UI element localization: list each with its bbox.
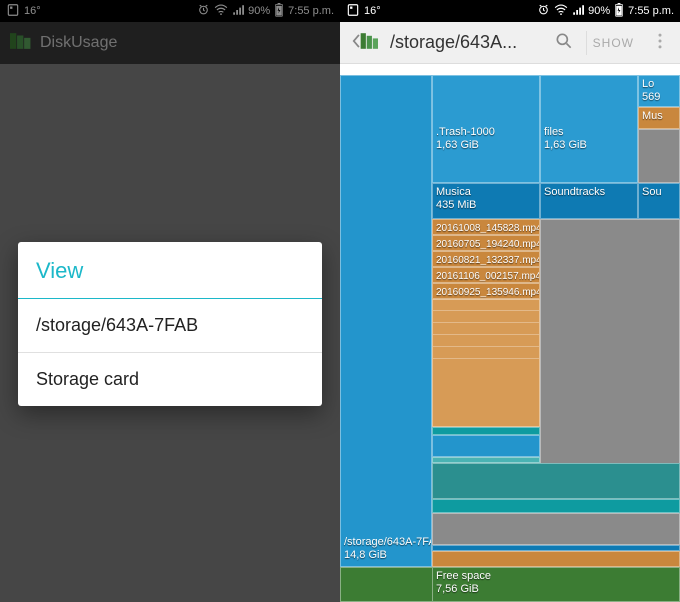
block-grey-large[interactable] — [540, 219, 680, 465]
block-label: 20160925_135946.mp4 — [436, 286, 540, 299]
left-screen: 16° 90% 7:55 p.m. — [0, 0, 340, 602]
path-title: /storage/643A... — [390, 32, 542, 53]
view-dialog: View /storage/643A-7FAB Storage card — [18, 242, 322, 406]
block-grey-bottom[interactable] — [432, 513, 680, 545]
block-sou[interactable]: Sou — [638, 183, 680, 219]
block-label: 20160705_194240.mp4 — [436, 238, 540, 251]
right-screen: 16° 90% 7:55 p.m. — [340, 0, 680, 602]
block-orange-bottom[interactable] — [432, 551, 680, 567]
dialog-item-storage-card[interactable]: Storage card — [18, 353, 322, 406]
status-time: 7:55 p.m. — [628, 5, 674, 17]
back-button[interactable] — [348, 27, 382, 58]
block-file-1[interactable]: 20160705_194240.mp4 — [432, 235, 540, 251]
status-temperature: 16° — [364, 5, 381, 17]
wifi-icon — [554, 4, 568, 19]
signal-icon — [572, 4, 584, 19]
block-files[interactable]: files 1,63 GiB — [540, 75, 638, 183]
block-label: 20161106_002157.mp4 — [436, 270, 540, 283]
dialog-title: View — [18, 242, 322, 299]
block-blue-stripe[interactable] — [432, 435, 540, 457]
treemap[interactable]: /storage/643A-7FAB 14,8 GiB .Trash-1000 … — [340, 75, 680, 602]
block-label: Mus — [642, 110, 663, 123]
block-orange-large[interactable] — [432, 299, 540, 427]
block-label: Sou — [642, 186, 662, 199]
block-lo[interactable]: Lo 569 — [638, 75, 680, 107]
storage-icon — [346, 3, 360, 20]
block-file-3[interactable]: 20161106_002157.mp4 — [432, 267, 540, 283]
block-label: Musica 435 MiB — [436, 186, 476, 212]
block-teal2[interactable] — [432, 499, 680, 513]
overflow-menu-button[interactable] — [648, 31, 672, 54]
block-file-2[interactable]: 20160821_132337.mp4 — [432, 251, 540, 267]
block-soundtracks[interactable]: Soundtracks — [540, 183, 638, 219]
right-appbar: /storage/643A... SHOW — [340, 22, 680, 64]
block-label: Lo 569 — [642, 78, 660, 104]
block-label: files 1,63 GiB — [544, 126, 587, 152]
block-label: Soundtracks — [544, 186, 605, 199]
block-free-space[interactable]: Free space 7,56 GiB — [432, 567, 680, 602]
dialog-item-storage-path[interactable]: /storage/643A-7FAB — [18, 299, 322, 353]
block-teal-stripe[interactable] — [432, 427, 540, 435]
block-file-0[interactable]: 20161008_145828.mp4 — [432, 219, 540, 235]
block-label: .Trash-1000 1,63 GiB — [436, 126, 495, 152]
show-button[interactable]: SHOW — [586, 31, 640, 55]
block-mus-small[interactable]: Mus — [638, 107, 680, 129]
alarm-icon — [537, 3, 550, 19]
battery-icon — [614, 3, 624, 20]
block-label: /storage/643A-7FAB 14,8 GiB — [344, 536, 432, 562]
block-misc-1[interactable] — [638, 129, 680, 183]
block-darkcyan[interactable] — [432, 463, 680, 499]
block-root[interactable]: /storage/643A-7FAB 14,8 GiB — [340, 75, 432, 567]
search-button[interactable] — [550, 27, 578, 58]
block-musica[interactable]: Musica 435 MiB — [432, 183, 540, 219]
block-trash[interactable]: .Trash-1000 1,63 GiB — [432, 75, 540, 183]
block-label: Free space 7,56 GiB — [436, 570, 491, 596]
block-file-4[interactable]: 20160925_135946.mp4 — [432, 283, 540, 299]
status-bar: 16° 90% 7:55 p.m. — [340, 0, 680, 22]
block-label: 20160821_132337.mp4 — [436, 254, 540, 267]
block-label: 20161008_145828.mp4 — [436, 222, 540, 235]
status-battery: 90% — [588, 5, 610, 17]
